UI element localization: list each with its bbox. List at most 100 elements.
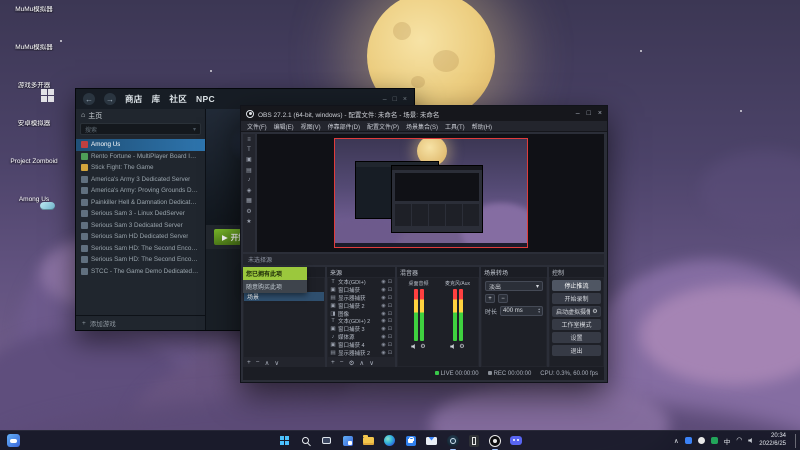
source-down-button[interactable]: ∨ [369,359,374,367]
desktop-icon[interactable]: 安卓模拟器 [4,120,64,127]
network-icon[interactable]: ◠ [736,437,742,444]
visibility-eye-icon[interactable]: ◉ [381,342,385,348]
remove-scene-button[interactable]: − [256,359,260,366]
track-gear-icon[interactable]: ⚙ [459,343,464,350]
control-button[interactable]: 设置 ⚙ [552,332,601,343]
dock-tool-icon[interactable]: T [247,147,251,153]
tray-chevron-icon[interactable]: ∧ [674,437,679,445]
visibility-eye-icon[interactable]: ◉ [381,287,385,293]
obs-titlebar[interactable]: OBS 27.2.1 (64-bit, windows) - 配置文件: 未命名… [241,106,607,121]
ime-indicator[interactable]: 中 [724,436,731,446]
lock-icon[interactable]: ⊡ [388,303,392,309]
control-button[interactable]: 停止推流 ⚙ [552,280,601,291]
lock-icon[interactable]: ⊡ [388,350,392,356]
menu-item[interactable]: 文件(F) [247,122,267,131]
scene-down-button[interactable]: ∨ [274,359,279,367]
game-list-item[interactable]: America's Army 3 Dedicated Server [76,174,205,186]
lock-icon[interactable]: ⊡ [388,287,392,293]
filter-icon[interactable]: ▾ [193,126,196,133]
source-item[interactable]: ▣ 窗口捕获 2 ◉ ⊡ [328,302,394,310]
store-button[interactable] [403,433,419,449]
source-item[interactable]: ▣ 窗口捕获 ◉ ⊡ [328,286,394,294]
source-item[interactable]: ▣ 窗口捕获 4 ◉ ⊡ [328,341,394,349]
dock-tool-icon[interactable]: ★ [246,218,251,225]
volume-icon[interactable] [748,438,752,443]
menu-item[interactable]: 配置文件(P) [367,122,399,131]
lock-icon[interactable]: ⊡ [388,295,392,301]
dock-tool-icon[interactable]: ≡ [247,137,251,143]
lock-icon[interactable]: ⊡ [388,318,392,324]
minimize-icon[interactable]: – [576,110,580,117]
game-list-item[interactable]: STCC - The Game Demo Dedicated… [76,266,205,278]
desktop-icon[interactable]: Project Zomboid [4,158,64,165]
control-button[interactable]: 开始录制 ⚙ [552,293,601,304]
maximize-icon[interactable]: □ [393,96,397,103]
lock-icon[interactable]: ⊡ [388,311,392,317]
discord-button[interactable] [508,433,524,449]
scene-up-button[interactable]: ∧ [265,359,270,367]
speaker-icon[interactable] [450,344,454,349]
nav-library[interactable]: 库 [152,93,161,105]
tray-app-icon[interactable] [710,437,718,444]
forward-icon[interactable]: → [104,93,116,105]
dock-tool-icon[interactable]: ♪ [248,177,251,183]
menu-item[interactable]: 停靠部件(D) [328,122,360,131]
menu-item[interactable]: 工具(T) [445,122,465,131]
game-list-item[interactable]: Serious Sam 3 - Linux DedServer [76,208,205,220]
dock-tool-icon[interactable]: ◈ [247,187,252,194]
vcam-gear-icon[interactable]: ⚙ [590,307,600,316]
close-icon[interactable]: × [403,96,407,103]
nav-profile[interactable]: NPC [196,94,215,104]
menu-item[interactable]: 帮助(H) [472,122,492,131]
game-list-item[interactable]: America's Army: Proving Grounds D… [76,185,205,197]
add-transition-button[interactable]: + [485,294,495,303]
edge-button[interactable] [382,433,398,449]
widgets-button[interactable] [340,433,356,449]
visibility-eye-icon[interactable]: ◉ [381,303,385,309]
source-item[interactable]: ▤ 显示器捕获 2 ◉ ⊡ [328,349,394,357]
epic-games-button[interactable] [466,433,482,449]
obs-taskbar-button[interactable] [487,433,503,450]
game-list-item[interactable]: Serious Sam 3 Dedicated Server [76,220,205,232]
source-item[interactable]: ◨ 图像 ◉ ⊡ [328,310,394,318]
remove-transition-button[interactable]: − [498,294,508,303]
search-input[interactable]: 搜索 ▾ [80,123,201,135]
back-icon[interactable]: ← [83,93,95,105]
duration-spinner[interactable]: 400 ms ▴ ▾ [500,306,543,316]
desktop-icon[interactable]: 游戏多开器 [4,82,64,89]
dock-tool-icon[interactable]: ▤ [246,167,252,174]
visibility-eye-icon[interactable]: ◉ [381,318,385,324]
game-list-item[interactable]: Painkiller Hell & Damnation Dedicat… [76,197,205,209]
source-properties-button[interactable]: ⚙ [349,359,355,367]
maximize-icon[interactable]: □ [587,110,591,117]
transition-select[interactable]: 淡出 ▾ [485,281,543,291]
source-up-button[interactable]: ∧ [359,359,364,367]
mail-button[interactable] [424,433,440,449]
spin-down-icon[interactable]: ▾ [538,310,540,315]
source-item[interactable]: T 文本(GDI+) 2 ◉ ⊡ [328,317,394,325]
nav-store[interactable]: 商店 [125,93,143,105]
lock-icon[interactable]: ⊡ [388,334,392,340]
lock-icon[interactable]: ⊡ [388,279,392,285]
add-game-button[interactable]: + 添加游戏 [76,315,205,330]
track-gear-icon[interactable]: ⚙ [420,343,425,350]
dock-tool-icon[interactable]: ⚙ [246,208,251,215]
control-button[interactable]: 退出 ⚙ [552,345,601,356]
taskbar-search-button[interactable] [298,433,314,449]
file-explorer-button[interactable] [361,433,377,449]
lock-icon[interactable]: ⊡ [388,342,392,348]
menu-item[interactable]: 视图(V) [301,122,321,131]
game-list-item[interactable]: Stick Fight: The Game [76,162,205,174]
visibility-eye-icon[interactable]: ◉ [381,334,385,340]
weather-widget-icon[interactable] [7,434,20,447]
add-scene-button[interactable]: + [247,359,251,366]
game-list-item[interactable]: Among Us [76,139,205,151]
remove-source-button[interactable]: − [340,359,344,366]
game-list-item[interactable]: Serious Sam HD Dedicated Server [76,231,205,243]
control-button[interactable]: 工作室模式 ⚙ [552,319,601,330]
visibility-eye-icon[interactable]: ◉ [381,311,385,317]
source-item[interactable]: ▣ 窗口捕获 3 ◉ ⊡ [328,325,394,333]
visibility-eye-icon[interactable]: ◉ [381,350,385,356]
game-list-item[interactable]: Serious Sam HD: The Second Enco… [76,254,205,266]
start-button[interactable] [277,433,293,449]
